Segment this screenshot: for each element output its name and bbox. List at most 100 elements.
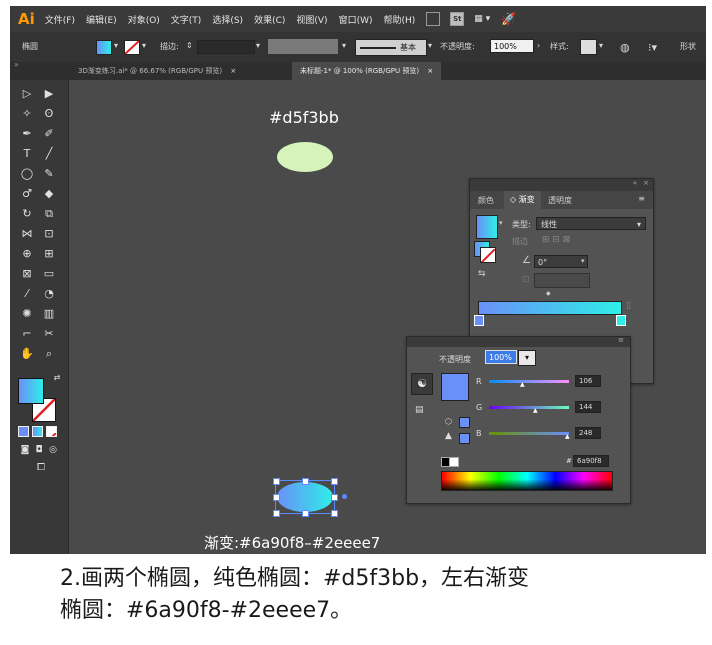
toolbar-collapse-icon[interactable]: »: [14, 60, 19, 69]
panel-menu-icon[interactable]: ≡: [618, 336, 624, 344]
collapse-icon[interactable]: «: [633, 179, 637, 187]
zoom-tool-icon[interactable]: ⌕: [40, 346, 58, 362]
resize-handle[interactable]: [331, 478, 338, 485]
live-shape-widget[interactable]: [342, 494, 347, 499]
resize-handle[interactable]: [302, 510, 309, 517]
direct-selection-tool-icon[interactable]: ▶: [40, 86, 58, 102]
scale-tool-icon[interactable]: ⧉: [40, 206, 58, 222]
gradient-preview-swatch[interactable]: [476, 215, 498, 239]
aspect-ratio-field[interactable]: [534, 273, 590, 288]
g-slider[interactable]: [489, 406, 569, 409]
fill-swatch[interactable]: [96, 40, 112, 55]
stroke-weight-stepper[interactable]: ⇕: [186, 41, 193, 50]
screen-mode-icon[interactable]: ⧠: [32, 460, 50, 476]
angle-dropdown[interactable]: ▾: [581, 257, 585, 265]
shaper-tool-icon[interactable]: ♂: [18, 186, 36, 202]
resize-handle[interactable]: [273, 494, 280, 501]
gamut-swatch[interactable]: [459, 433, 470, 444]
artboard-tool-icon[interactable]: ⌐: [18, 326, 36, 342]
opacity-field[interactable]: 100%: [490, 39, 534, 53]
eyedropper-icon[interactable]: ⁄: [18, 286, 36, 302]
stroke-indicator[interactable]: [480, 247, 496, 263]
profile-dropdown[interactable]: ▾: [342, 41, 346, 50]
arrange-documents-icon[interactable]: ▦ ▾: [474, 14, 490, 24]
gradient-preview-dropdown[interactable]: ▾: [499, 219, 503, 227]
tab-gradient[interactable]: ◇ 渐变: [504, 191, 541, 209]
eraser-icon[interactable]: ◆: [40, 186, 58, 202]
variable-width-profile[interactable]: [268, 39, 338, 54]
gradient-type-select[interactable]: 线性 ▾: [536, 217, 646, 230]
symbol-sprayer-icon[interactable]: ✺: [18, 306, 36, 322]
gradient-mode-button[interactable]: [32, 426, 43, 437]
perspective-grid-icon[interactable]: ⊞: [40, 246, 58, 262]
shape-builder-icon[interactable]: ⊕: [18, 246, 36, 262]
g-slider-thumb[interactable]: ▲: [533, 407, 538, 414]
r-slider-thumb[interactable]: ▲: [520, 381, 525, 388]
fill-color-swatch[interactable]: [18, 378, 44, 404]
menu-effect[interactable]: 效果(C): [254, 13, 285, 26]
menu-view[interactable]: 视图(V): [296, 13, 327, 26]
white-swatch[interactable]: [449, 457, 459, 467]
color-guide-icon[interactable]: ▤: [415, 405, 424, 415]
stock-icon[interactable]: St: [450, 12, 465, 26]
r-slider[interactable]: [489, 380, 569, 383]
menu-edit[interactable]: 编辑(E): [86, 13, 117, 26]
gradient-slider[interactable]: [478, 301, 622, 315]
stroke-dropdown-icon[interactable]: ▾: [142, 41, 146, 50]
column-graph-icon[interactable]: ▥: [40, 306, 58, 322]
magic-wand-icon[interactable]: ✧: [18, 106, 36, 122]
solid-ellipse[interactable]: [277, 142, 333, 172]
free-transform-icon[interactable]: ⊡: [40, 226, 58, 242]
gpu-performance-icon[interactable]: 🚀: [501, 12, 516, 26]
tab-untitled-1[interactable]: 未标题-1* @ 100% (RGB/GPU 预览) ×: [292, 62, 442, 80]
resize-handle[interactable]: [331, 494, 338, 501]
stroke-weight-dropdown[interactable]: ▾: [256, 41, 260, 50]
graphic-style-swatch[interactable]: [580, 39, 597, 55]
hand-tool-icon[interactable]: ✋: [18, 346, 36, 362]
resize-handle[interactable]: [273, 478, 280, 485]
close-icon[interactable]: ×: [643, 179, 649, 187]
line-tool-icon[interactable]: ╱: [40, 146, 58, 162]
menu-select[interactable]: 选择(S): [212, 13, 243, 26]
b-slider-thumb[interactable]: ▲: [565, 433, 570, 440]
lasso-icon[interactable]: ʘ: [40, 106, 58, 122]
slice-tool-icon[interactable]: ✂: [40, 326, 58, 342]
ellipse-tool-icon[interactable]: ◯: [18, 166, 36, 182]
opacity-expand-icon[interactable]: ›: [537, 41, 540, 50]
bridge-icon[interactable]: [426, 12, 441, 26]
style-dropdown[interactable]: ▾: [599, 41, 603, 50]
swap-colors-icon[interactable]: ⇄: [48, 370, 66, 386]
b-input[interactable]: [575, 427, 601, 439]
align-icon[interactable]: ⁝▾: [648, 41, 657, 54]
type-tool-icon[interactable]: T: [18, 146, 36, 162]
close-icon[interactable]: ×: [230, 67, 236, 75]
color-mode-button[interactable]: [18, 426, 29, 437]
panel-titlebar[interactable]: ≡: [407, 336, 630, 347]
resize-handle[interactable]: [302, 478, 309, 485]
mesh-tool-icon[interactable]: ⊠: [18, 266, 36, 282]
curvature-tool-icon[interactable]: ✐: [40, 126, 58, 142]
resize-handle[interactable]: [273, 510, 280, 517]
menu-type[interactable]: 文字(T): [171, 13, 202, 26]
angle-field[interactable]: 0°: [534, 255, 588, 268]
recolor-icon[interactable]: ◍: [620, 41, 630, 54]
stop-opacity-field[interactable]: 100%: [485, 350, 517, 364]
spectrum-icon[interactable]: ☯: [411, 373, 433, 395]
stroke-swatch[interactable]: [124, 40, 140, 55]
draw-inside-icon[interactable]: ◎: [44, 442, 62, 458]
resize-handle[interactable]: [331, 510, 338, 517]
panel-titlebar[interactable]: « ×: [470, 179, 653, 191]
fill-dropdown-icon[interactable]: ▾: [114, 41, 118, 50]
gradient-tool-icon[interactable]: ▭: [40, 266, 58, 282]
close-icon[interactable]: ×: [427, 67, 433, 75]
panel-menu-icon[interactable]: ≡: [638, 194, 645, 203]
hex-input[interactable]: [573, 455, 609, 467]
gradient-stop-right[interactable]: [616, 315, 626, 326]
tab-3d-gradient[interactable]: 3D渐变练习.ai* @ 66.67% (RGB/GPU 预览) ×: [70, 62, 244, 80]
none-mode-button[interactable]: [46, 426, 57, 437]
current-color-swatch[interactable]: [441, 373, 469, 401]
selection-tool-icon[interactable]: ▷: [18, 86, 36, 102]
menu-window[interactable]: 窗口(W): [339, 13, 373, 26]
tab-transparency[interactable]: 透明度: [548, 195, 572, 206]
reverse-gradient-icon[interactable]: ⇆: [478, 269, 486, 279]
